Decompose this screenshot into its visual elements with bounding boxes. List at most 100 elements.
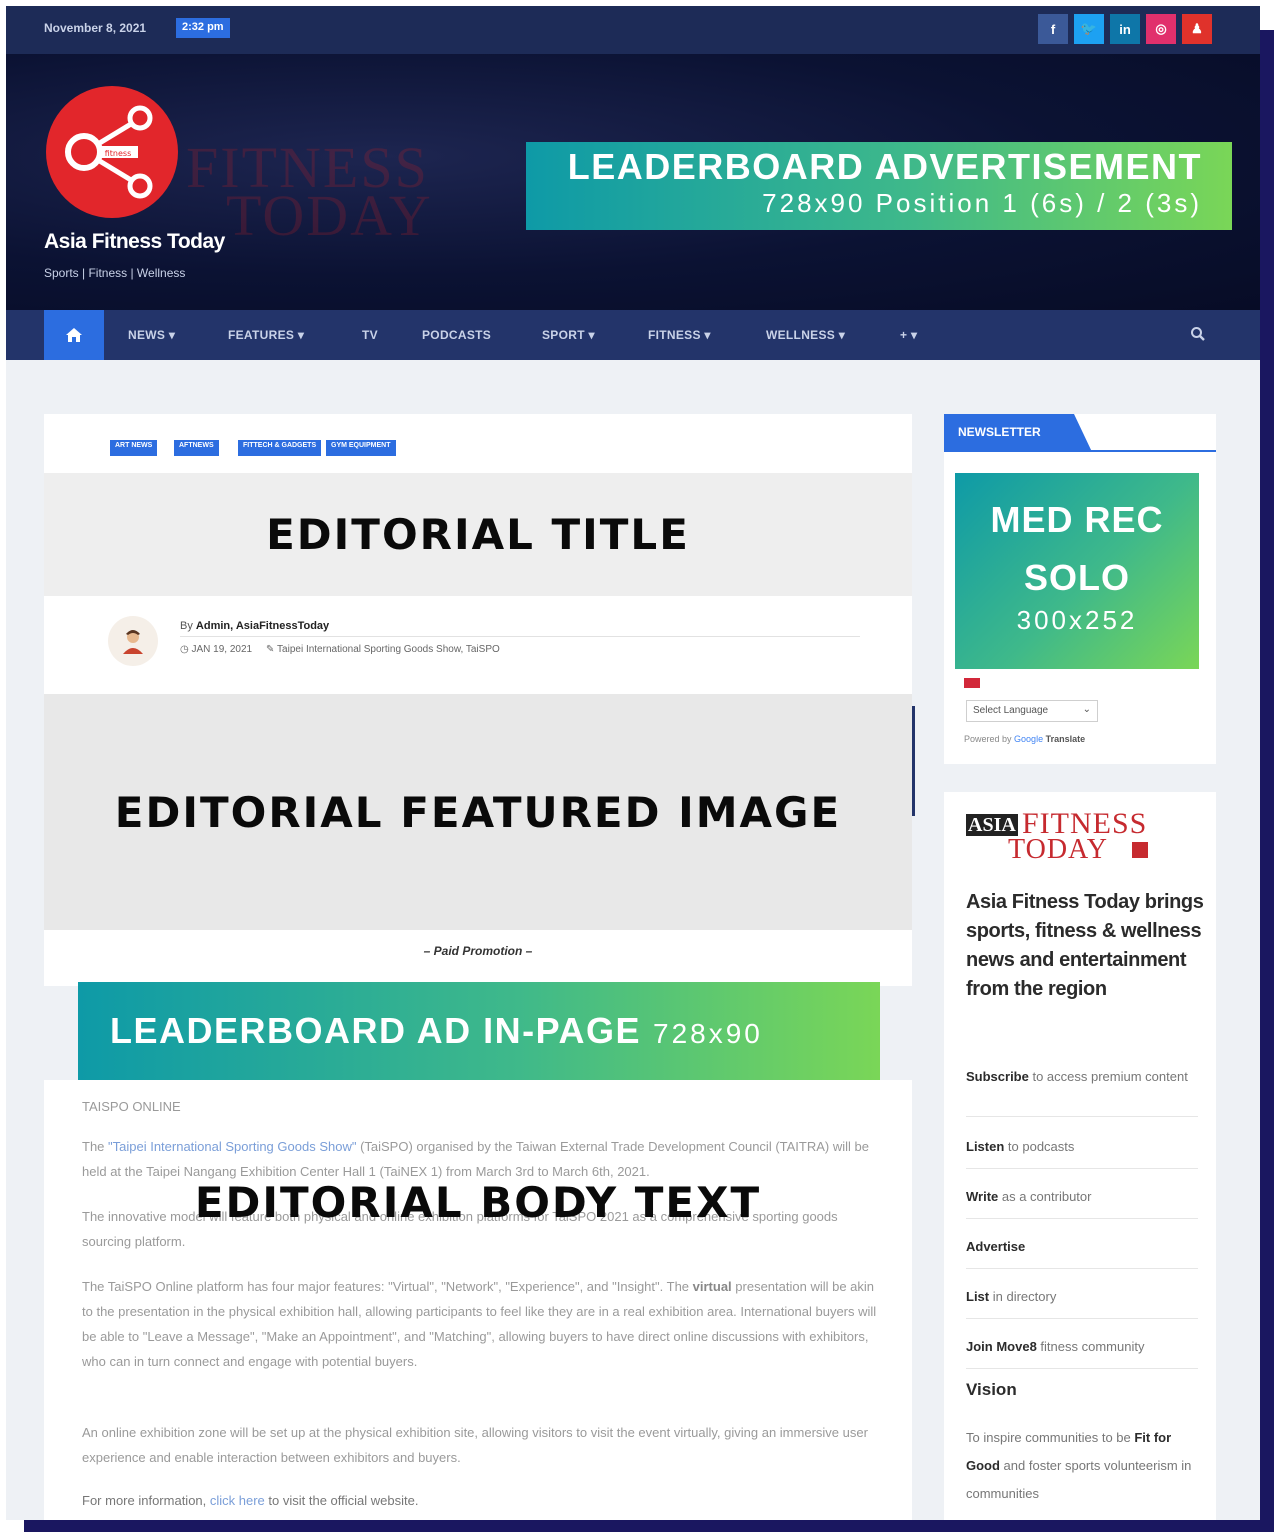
vision-text-start: To inspire communities to be [966,1430,1135,1445]
nav-home-button[interactable] [44,310,104,360]
language-select[interactable]: Select Language ⌄ [966,700,1098,722]
med-rec-title: MED REC SOLO [990,499,1164,598]
image-edge-accent [912,706,915,816]
click-here-link[interactable]: click here [210,1493,265,1508]
site-logo[interactable]: fitness [46,86,178,218]
body-paragraph-1: The "Taipei International Sporting Goods… [82,1134,882,1184]
sidebar-link-bold: Listen [966,1139,1005,1154]
article-author-row: By Admin, AsiaFitnessToday ◷ JAN 19, 202… [44,596,912,694]
nav-item-fitness[interactable]: FITNESS ▾ [648,328,711,342]
author-link[interactable]: Admin, AsiaFitnessToday [196,620,329,632]
vision-text-end: and foster sports volunteerism in commun… [966,1458,1192,1501]
byline-prefix: By [180,620,193,632]
nav-item-wellness[interactable]: WELLNESS ▾ [766,328,845,342]
tag-icon: ✎ [266,644,275,655]
google-logo[interactable]: Google [1014,734,1043,744]
article-tags[interactable]: Taipei International Sporting Goods Show… [277,644,500,655]
page-shadow-bottom [24,1520,1274,1532]
current-time-badge: 2:32 pm [176,18,230,38]
body-paragraph-5: For more information, click here to visi… [82,1488,882,1513]
nav-item-sport[interactable]: SPORT ▾ [542,328,595,342]
p1-text: The [82,1139,109,1154]
nav-item-more[interactable]: + ▾ [900,328,917,342]
sidebar-link[interactable]: Advertise [966,1236,1194,1257]
byline: By Admin, AsiaFitnessToday [180,620,329,632]
nav-search-button[interactable] [1190,326,1206,347]
nav-item-news[interactable]: NEWS ▾ [128,328,175,342]
sidebar-link-bold: Advertise [966,1239,1026,1254]
about-heading: Asia Fitness Today brings sports, fitnes… [966,891,1204,1000]
google-translate-credit: Powered by Google Translate [964,734,1085,744]
clock-icon: ◷ [180,644,189,655]
leaderboard-ad-header[interactable]: LEADERBOARD ADVERTISEMENT 728x90 Positio… [526,142,1232,230]
editorial-body-label: EDITORIAL BODY TEXT [194,1178,762,1227]
category-badge[interactable]: FITTECH & GADGETS [238,440,322,456]
body-paragraph-4: An online exhibition zone will be set up… [82,1425,868,1465]
main-nav: NEWS ▾ FEATURES ▾ TV PODCASTS SPORT ▾ FITNESS… [6,310,1260,360]
med-rec-ad[interactable]: MED REC SOLO 300x252 [955,473,1199,669]
sidebar-link-text: to access premium content [1028,1069,1188,1084]
search-icon [1191,327,1205,341]
sidebar-divider [966,1268,1198,1269]
author-divider [180,636,860,637]
category-badge[interactable]: AFTNEWS [174,440,219,456]
editorial-body-label-wrap: EDITORIAL BODY TEXT [44,1178,912,1227]
taispo-link[interactable]: "Taipei International Sporting Goods Sho… [108,1139,356,1154]
brand-logo-asia: ASIA [966,814,1018,836]
nav-item-podcasts[interactable]: PODCASTS [422,328,491,342]
author-avatar[interactable] [108,616,158,666]
sidebar-link-bold: List [966,1289,990,1304]
editorial-image-label: EDITORIAL FEATURED IMAGE [114,787,842,837]
twitter-icon[interactable]: 🐦 [1074,14,1104,44]
brand-logo-mark [1132,842,1148,858]
p5-text: For more information, [82,1493,210,1508]
site-tagline: Sports | Fitness | Wellness [44,266,186,280]
flag-icon [964,678,980,688]
sidebar-link-text: fitness community [1036,1339,1145,1354]
translate-link[interactable]: Translate [1046,734,1086,744]
editorial-body: TAISPO ONLINE The "Taipei International … [44,1080,912,1520]
about-widget: ASIA FITNESS TODAY Asia Fitness Today br… [944,792,1216,1520]
linkedin-icon[interactable]: in [1110,14,1140,44]
nav-item-features[interactable]: FEATURES ▾ [228,328,304,342]
body-paragraph-3: The TaiSPO Online platform has four majo… [82,1274,882,1374]
sidebar-link-text: to podcasts [1004,1139,1075,1154]
sidebar-link[interactable]: Write as a contributor [966,1186,1194,1207]
instagram-icon[interactable]: ◎ [1146,14,1176,44]
youtube-icon[interactable]: ♟ [1182,14,1212,44]
body-heading: TAISPO ONLINE [82,1099,181,1114]
inpage-ad-size: 728x90 [653,1018,763,1049]
current-date: November 8, 2021 [44,21,147,35]
article-header: ART NEWS AFTNEWS FITTECH & GADGETS GYM EQUI… [44,414,912,476]
sidebar-divider [966,1368,1198,1369]
sidebar-link[interactable]: Join Move8 fitness community [966,1336,1194,1357]
p5-text-end: to visit the official website. [264,1493,419,1508]
sidebar-link[interactable]: Subscribe to access premium content [966,1066,1194,1087]
vision-text: To inspire communities to be Fit for Goo… [966,1424,1196,1508]
avatar-person-icon [123,630,143,654]
nav-item-tv[interactable]: TV [362,328,378,342]
paid-promotion-label: – Paid Promotion – [423,944,533,958]
sidebar-link[interactable]: Listen to podcasts [966,1136,1194,1157]
sidebar-link-bold: Subscribe [966,1069,1029,1084]
category-badge[interactable]: GYM EQUIPMENT [326,440,396,456]
sidebar-link-bold: Write [966,1189,999,1204]
editorial-title-label: EDITORIAL TITLE [266,510,690,559]
leaderboard-ad-title: LEADERBOARD ADVERTISEMENT [567,146,1202,187]
sidebar-divider [966,1168,1198,1169]
med-rec-size: 300x252 [1016,605,1138,635]
background-wordmark-today: TODAY [226,183,433,248]
sidebar-divider [966,1318,1198,1319]
facebook-icon[interactable]: f [1038,14,1068,44]
article-date[interactable]: JAN 19, 2021 [192,644,253,655]
newsletter-tab: NEWSLETTER [944,414,1092,452]
leaderboard-ad-inpage[interactable]: LEADERBOARD AD IN-PAGE 728x90 [78,982,880,1080]
site-title[interactable]: Asia Fitness Today [44,230,225,254]
category-badge[interactable]: ART NEWS [110,440,158,456]
logo-inner-text: fitness [105,149,132,158]
sidebar-divider [966,1218,1198,1219]
sidebar-link[interactable]: List in directory [966,1286,1194,1307]
page: November 8, 2021 2:32 pm f 🐦 in ◎ ♟ fitness … [6,6,1260,1520]
editorial-title-placeholder: EDITORIAL TITLE [44,473,912,596]
inpage-ad-title: LEADERBOARD AD IN-PAGE [110,1010,642,1051]
